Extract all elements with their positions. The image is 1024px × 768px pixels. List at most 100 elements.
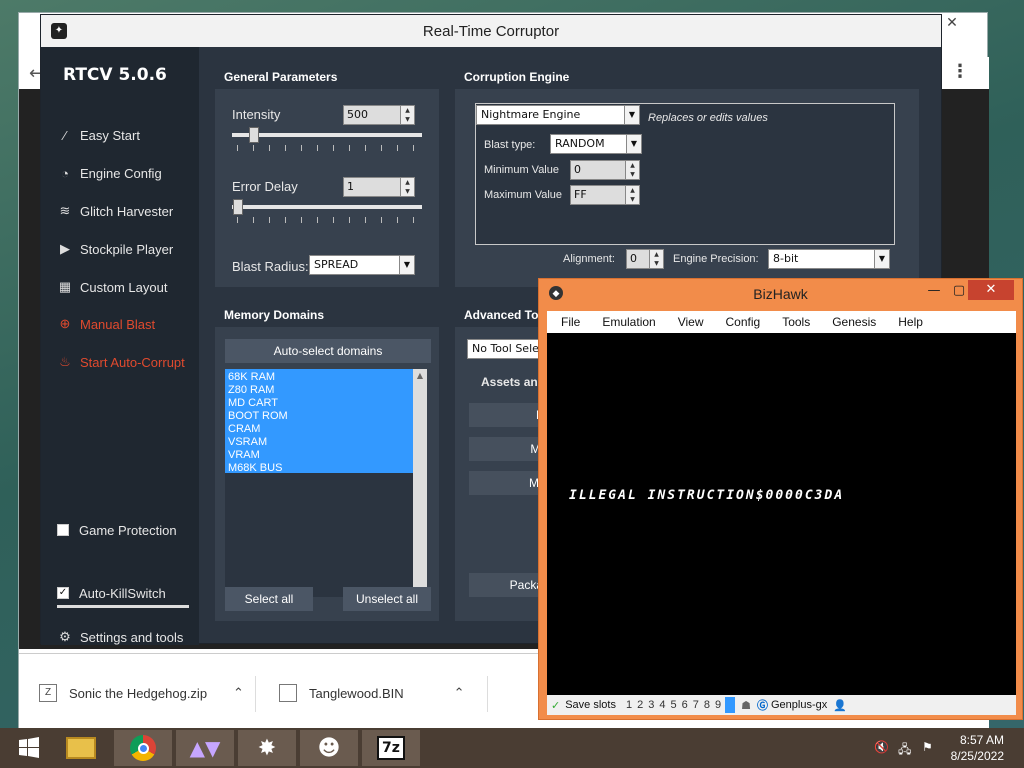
- save-slot-1[interactable]: 1: [626, 699, 632, 711]
- menu-emulation[interactable]: Emulation: [602, 315, 655, 329]
- domain-item[interactable]: Z80 RAM: [228, 384, 274, 396]
- spinner-arrows-icon[interactable]: ▲ ▼: [649, 250, 663, 268]
- system-clock[interactable]: 8:57 AM 8/25/2022: [951, 732, 1004, 764]
- save-slot-3[interactable]: 3: [648, 699, 654, 711]
- save-slot-2[interactable]: 2: [637, 699, 643, 711]
- menu-config[interactable]: Config: [726, 315, 761, 329]
- save-slot-8[interactable]: 8: [704, 699, 710, 711]
- domain-item[interactable]: VRAM: [228, 449, 260, 461]
- domain-item[interactable]: MD CART: [228, 397, 278, 409]
- network-icon[interactable]: 🖧: [898, 740, 911, 761]
- nav-engine-config[interactable]: ◔ Engine Config: [57, 162, 162, 184]
- chevron-up-icon[interactable]: ⌃: [233, 685, 244, 701]
- rtcv-icon[interactable]: ✸: [238, 730, 296, 766]
- nav-settings[interactable]: ⚙ Settings and tools: [57, 626, 183, 648]
- nav-manual-blast[interactable]: ⊕ Manual Blast: [57, 313, 156, 335]
- windows-start-icon[interactable]: [0, 730, 58, 766]
- action-center-icon[interactable]: ⚑: [922, 740, 933, 754]
- chevron-down-icon[interactable]: ▼: [624, 106, 639, 124]
- blast-radius-select[interactable]: SPREAD ▼: [309, 255, 415, 275]
- engine-precision-select[interactable]: 8-bit ▼: [768, 249, 890, 269]
- domain-item[interactable]: M68K BUS: [228, 462, 282, 474]
- bizhawk-logo-icon: ◆: [549, 286, 563, 300]
- file-explorer-icon[interactable]: [52, 730, 110, 766]
- save-slot-0[interactable]: [725, 697, 736, 713]
- domain-item[interactable]: VSRAM: [228, 436, 267, 448]
- nav-label: Glitch Harvester: [80, 203, 174, 219]
- select-all-button[interactable]: Select all: [225, 587, 313, 611]
- save-slot-7[interactable]: 7: [693, 699, 699, 711]
- maximum-value-input[interactable]: FF ▲ ▼: [570, 185, 640, 205]
- spinner-arrows-icon[interactable]: ▲ ▼: [625, 186, 639, 204]
- checkmark-icon: ✓: [551, 699, 561, 712]
- spinner-arrows-icon[interactable]: ▲ ▼: [625, 161, 639, 179]
- save-slot-9[interactable]: 9: [715, 699, 721, 711]
- chevron-up-icon[interactable]: ⌃: [454, 685, 465, 701]
- menu-view[interactable]: View: [678, 315, 704, 329]
- download-divider: [487, 676, 488, 712]
- checkbox-checked[interactable]: ✓: [57, 587, 69, 599]
- engine-select[interactable]: Nightmare Engine ▼: [476, 105, 640, 125]
- download-item-tanglewood[interactable]: Tanglewood.BIN ⌃: [279, 672, 465, 714]
- file-icon: [279, 684, 297, 702]
- domain-item[interactable]: BOOT ROM: [228, 410, 288, 422]
- minimum-value-input[interactable]: 0 ▲ ▼: [570, 160, 640, 180]
- taskbar: ▲▼ ✸ ☻ 7z 🔇 🖧 ⚑ 8:57 AM 8/25/2022: [0, 728, 1024, 768]
- menu-tools[interactable]: Tools: [782, 315, 810, 329]
- error-delay-slider-track[interactable]: [232, 205, 422, 209]
- nav-stockpile-player[interactable]: ▶ Stockpile Player: [57, 238, 173, 260]
- menu-help[interactable]: Help: [898, 315, 923, 329]
- blast-type-select[interactable]: RANDOM ▼: [550, 134, 642, 154]
- intensity-input[interactable]: 500 ▲ ▼: [343, 105, 415, 125]
- save-slot-4[interactable]: 4: [659, 699, 665, 711]
- auto-select-domains-button[interactable]: Auto-select domains: [225, 339, 431, 363]
- intensity-slider-thumb[interactable]: [249, 127, 259, 143]
- save-slot-5[interactable]: 5: [670, 699, 676, 711]
- nav-easy-start[interactable]: ⁄ Easy Start: [57, 124, 140, 146]
- save-slot-6[interactable]: 6: [682, 699, 688, 711]
- spinner-arrows-icon[interactable]: ▲ ▼: [400, 178, 414, 196]
- folder-shape: [66, 737, 96, 759]
- scroll-up-icon[interactable]: ▲: [413, 371, 427, 380]
- tool-select-value: No Tool Selec: [472, 342, 545, 355]
- nav-glitch-harvester[interactable]: ≋ Glitch Harvester: [57, 200, 174, 222]
- flame-icon: ♨: [59, 354, 71, 369]
- error-delay-slider-thumb[interactable]: [233, 199, 243, 215]
- nav-custom-layout[interactable]: ▦ Custom Layout: [57, 276, 168, 298]
- 7zip-icon[interactable]: 7z: [362, 730, 420, 766]
- menu-genesis[interactable]: Genesis: [832, 315, 876, 329]
- core-label: Genplus-gx: [770, 699, 828, 711]
- chevron-down-icon[interactable]: ▼: [626, 135, 641, 153]
- emulator-screen[interactable]: ILLEGAL INSTRUCTION$0000C3DA: [547, 333, 1016, 695]
- chrome-logo: [130, 735, 156, 761]
- checkbox-unchecked[interactable]: [57, 524, 69, 536]
- alignment-input[interactable]: 0 ▲ ▼: [626, 249, 664, 269]
- menu-file[interactable]: File: [561, 315, 580, 329]
- panel-header: General Parameters: [215, 65, 439, 89]
- close-button[interactable]: ✕: [968, 280, 1014, 300]
- panel-header: Corruption Engine: [455, 65, 919, 89]
- chrome-icon[interactable]: [114, 730, 172, 766]
- auto-killswitch-checkbox[interactable]: ✓ Auto-KillSwitch: [57, 582, 166, 604]
- unselect-all-button[interactable]: Unselect all: [343, 587, 431, 611]
- chevron-down-icon[interactable]: ▼: [399, 256, 414, 274]
- intensity-slider-track[interactable]: [232, 133, 422, 137]
- general-parameters-panel: General Parameters Intensity 500 ▲ ▼ Erro…: [215, 65, 439, 287]
- download-divider: [255, 676, 256, 712]
- anonymous-icon[interactable]: ☻: [300, 730, 358, 766]
- game-protection-checkbox[interactable]: Game Protection: [57, 519, 177, 541]
- nav-start-auto-corrupt[interactable]: ♨ Start Auto-Corrupt: [57, 351, 185, 373]
- memory-domain-list[interactable]: 68K RAM Z80 RAM MD CART BOOT ROM CRAM VS…: [225, 369, 427, 597]
- error-delay-input[interactable]: 1 ▲ ▼: [343, 177, 415, 197]
- chevron-down-icon[interactable]: ▼: [874, 250, 889, 268]
- domain-item[interactable]: 68K RAM: [228, 371, 275, 383]
- more-vert-icon[interactable]: ⋮: [951, 61, 969, 82]
- panel-header: Memory Domains: [215, 303, 439, 327]
- domain-item[interactable]: CRAM: [228, 423, 260, 435]
- mask-logo: ☻: [317, 735, 341, 761]
- download-item-sonic[interactable]: Z Sonic the Hedgehog.zip ⌃: [39, 672, 244, 714]
- rtcv-launcher-icon[interactable]: ▲▼: [176, 730, 234, 766]
- spinner-arrows-icon[interactable]: ▲ ▼: [400, 106, 414, 124]
- domain-list-scrollbar[interactable]: ▲ ▼: [413, 369, 427, 597]
- speaker-muted-icon[interactable]: 🔇: [874, 740, 889, 754]
